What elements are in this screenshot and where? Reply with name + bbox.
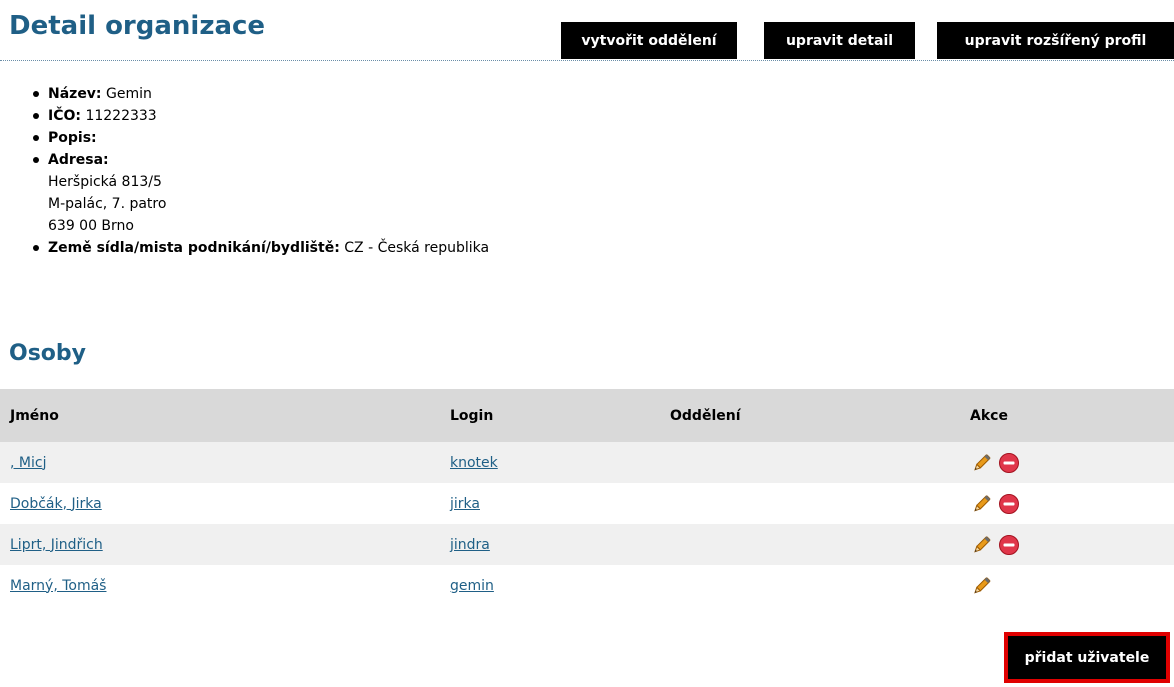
info-address: Adresa: Heršpická 813/5 M-palác, 7. patr… bbox=[30, 149, 489, 237]
pencil-icon[interactable] bbox=[970, 493, 992, 515]
person-login-link[interactable]: jindra bbox=[450, 537, 490, 553]
country-value: CZ - Česká republika bbox=[344, 240, 490, 256]
table-row: Dobčák, Jirka jirka bbox=[0, 483, 1174, 524]
persons-section-title: Osoby bbox=[9, 341, 86, 366]
page: Detail organizace vytvořit oddělení upra… bbox=[0, 0, 1174, 687]
edit-extended-profile-button[interactable]: upravit rozšířený profil bbox=[937, 22, 1174, 59]
add-user-highlight: přidat uživatele bbox=[1004, 632, 1170, 683]
table-cell-actions bbox=[970, 565, 992, 606]
info-name: Název: Gemin bbox=[30, 83, 489, 105]
delete-icon[interactable] bbox=[998, 452, 1020, 474]
ico-label: IČO: bbox=[48, 108, 81, 124]
table-cell-login: gemin bbox=[450, 565, 494, 606]
person-name-link[interactable]: , Micj bbox=[10, 455, 46, 471]
name-label: Název: bbox=[48, 86, 102, 102]
persons-table: Jméno Login Oddělení Akce , Micj knotek Do… bbox=[0, 389, 1174, 606]
organization-info-list: Název: Gemin IČO: 11222333 Popis: Adresa… bbox=[30, 83, 489, 259]
table-cell-name: , Micj bbox=[10, 442, 46, 483]
table-cell-name: Liprt, Jindřich bbox=[10, 524, 103, 565]
person-name-link[interactable]: Marný, Tomáš bbox=[10, 578, 106, 594]
address-line-2: M-palác, 7. patro bbox=[48, 196, 167, 212]
table-cell-login: jindra bbox=[450, 524, 490, 565]
column-header-department: Oddělení bbox=[670, 407, 741, 424]
description-label: Popis: bbox=[48, 130, 97, 146]
column-header-actions: Akce bbox=[970, 407, 1008, 424]
delete-icon[interactable] bbox=[998, 493, 1020, 515]
table-cell-actions bbox=[970, 483, 1020, 524]
info-country: Země sídla/mista podnikání/bydliště: CZ … bbox=[30, 237, 489, 259]
address-line-1: Heršpická 813/5 bbox=[48, 174, 162, 190]
table-header: Jméno Login Oddělení Akce bbox=[0, 389, 1174, 442]
header-divider bbox=[0, 60, 1174, 61]
table-cell-name: Dobčák, Jirka bbox=[10, 483, 102, 524]
name-value: Gemin bbox=[106, 86, 152, 102]
pencil-icon[interactable] bbox=[970, 452, 992, 474]
table-row: , Micj knotek bbox=[0, 442, 1174, 483]
table-cell-actions bbox=[970, 524, 1020, 565]
pencil-icon[interactable] bbox=[970, 534, 992, 556]
table-cell-actions bbox=[970, 442, 1020, 483]
person-login-link[interactable]: knotek bbox=[450, 455, 498, 471]
table-cell-login: knotek bbox=[450, 442, 498, 483]
delete-icon[interactable] bbox=[998, 534, 1020, 556]
create-department-button[interactable]: vytvořit oddělení bbox=[561, 22, 737, 59]
table-cell-name: Marný, Tomáš bbox=[10, 565, 106, 606]
column-header-name: Jméno bbox=[10, 407, 59, 424]
address-label: Adresa: bbox=[48, 152, 109, 168]
country-label: Země sídla/mista podnikání/bydliště: bbox=[48, 240, 340, 256]
person-name-link[interactable]: Dobčák, Jirka bbox=[10, 496, 102, 512]
page-title: Detail organizace bbox=[9, 11, 266, 41]
ico-value: 11222333 bbox=[85, 108, 157, 124]
info-description: Popis: bbox=[30, 127, 489, 149]
column-header-login: Login bbox=[450, 407, 494, 424]
table-row: Marný, Tomáš gemin bbox=[0, 565, 1174, 606]
person-login-link[interactable]: jirka bbox=[450, 496, 480, 512]
info-ico: IČO: 11222333 bbox=[30, 105, 489, 127]
table-cell-login: jirka bbox=[450, 483, 480, 524]
add-user-button[interactable]: přidat uživatele bbox=[1025, 650, 1150, 666]
edit-detail-button[interactable]: upravit detail bbox=[764, 22, 915, 59]
table-row: Liprt, Jindřich jindra bbox=[0, 524, 1174, 565]
table-body: , Micj knotek Dobčák, Jirka jirka Liprt, Jin… bbox=[0, 442, 1174, 606]
person-login-link[interactable]: gemin bbox=[450, 578, 494, 594]
address-line-3: 639 00 Brno bbox=[48, 218, 134, 234]
person-name-link[interactable]: Liprt, Jindřich bbox=[10, 537, 103, 553]
pencil-icon[interactable] bbox=[970, 575, 992, 597]
